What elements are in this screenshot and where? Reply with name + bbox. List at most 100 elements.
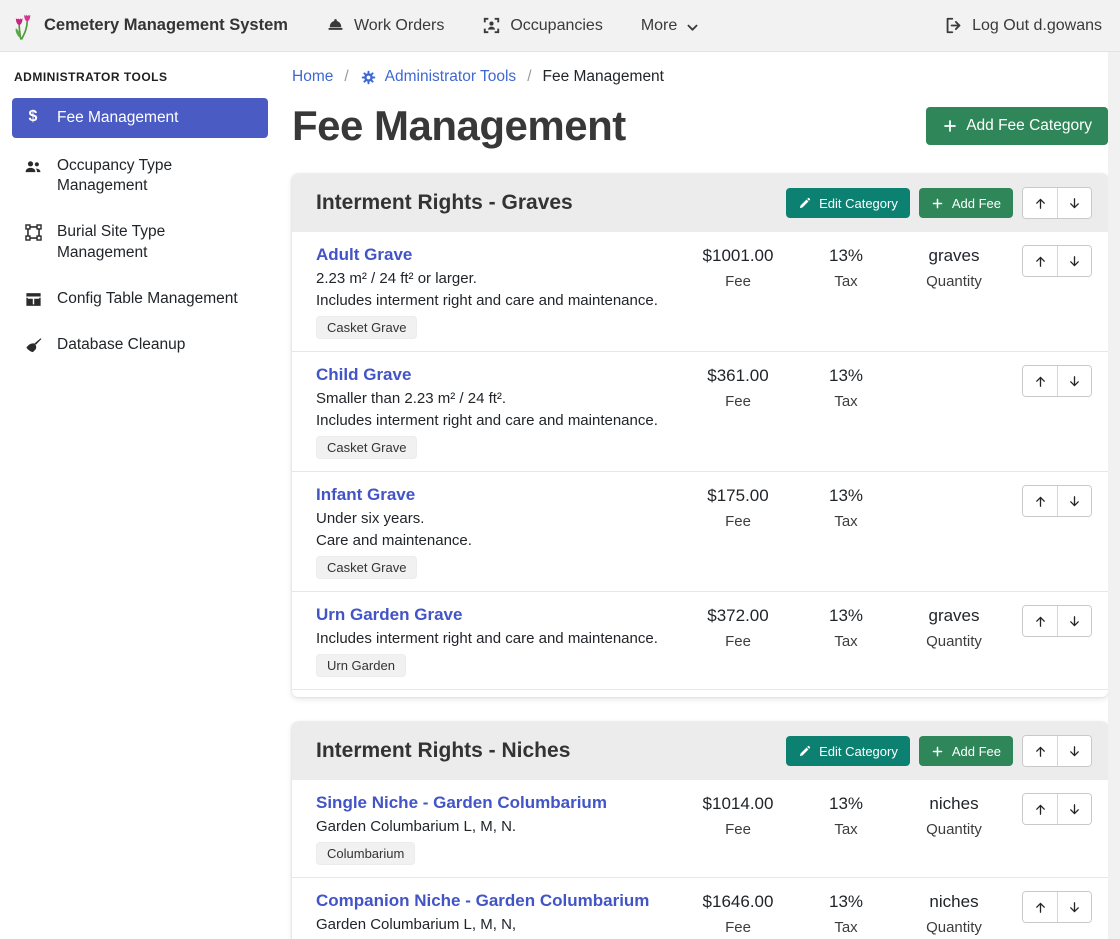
sidebar: ADMINISTRATOR TOOLS $ Fee Management Occ… — [0, 52, 280, 939]
fee-amount-value: $372.00 — [684, 606, 792, 626]
fee-tax-label: Tax — [792, 513, 900, 530]
fee-name-link[interactable]: Companion Niche - Garden Columbarium — [316, 891, 649, 911]
fee-amount-column: $361.00 Fee — [684, 365, 792, 410]
arrow-up-icon — [1033, 254, 1048, 269]
fee-description: Garden Columbarium L, M, N, — [316, 916, 674, 933]
move-fee-up-button[interactable] — [1023, 892, 1057, 922]
arrow-up-icon — [1033, 196, 1048, 211]
fee-amount-value: $1001.00 — [684, 246, 792, 266]
nav-item-work-orders[interactable]: Work Orders — [326, 16, 444, 35]
add-fee-button[interactable]: Add Fee — [919, 188, 1013, 218]
fee-category-title: Interment Rights - Graves — [316, 191, 777, 215]
move-fee-down-button[interactable] — [1057, 606, 1091, 636]
fee-quantity-column: graves Quantity — [900, 605, 1008, 650]
sidebar-item-label: Burial Site Type Management — [57, 222, 258, 262]
fee-row: Adult Grave 2.23 m² / 24 ft² or larger.I… — [292, 232, 1108, 351]
move-fee-up-button[interactable] — [1023, 366, 1057, 396]
fee-type-badge: Casket Grave — [316, 436, 417, 459]
sidebar-item-config-table-management[interactable]: Config Table Management — [12, 281, 268, 317]
sidebar-item-database-cleanup[interactable]: Database Cleanup — [12, 327, 268, 363]
people-icon — [22, 157, 44, 177]
fee-tax-column: 13% Tax — [792, 605, 900, 650]
fee-quantity-column — [900, 485, 1008, 493]
fee-tax-value: 13% — [792, 486, 900, 506]
sidebar-item-burial-site-type-management[interactable]: Burial Site Type Management — [12, 214, 268, 270]
arrow-down-icon — [1067, 196, 1082, 211]
fee-tax-value: 13% — [792, 794, 900, 814]
move-fee-up-button[interactable] — [1023, 606, 1057, 636]
fee-amount-label: Fee — [684, 393, 792, 410]
fee-tax-label: Tax — [792, 273, 900, 290]
nav-item-more[interactable]: More — [641, 17, 699, 35]
add-fee-button[interactable]: Add Fee — [919, 736, 1013, 766]
fee-row: Single Niche - Garden Columbarium Garden… — [292, 780, 1108, 877]
table-icon — [22, 290, 44, 309]
move-fee-down-button[interactable] — [1057, 246, 1091, 276]
move-category-up-button[interactable] — [1023, 736, 1057, 766]
fee-tax-column: 13% Tax — [792, 891, 900, 936]
fee-description: Under six years. — [316, 510, 674, 527]
fee-tax-column: 13% Tax — [792, 365, 900, 410]
fee-amount-label: Fee — [684, 821, 792, 838]
sidebar-item-label: Config Table Management — [57, 289, 238, 309]
move-fee-down-button[interactable] — [1057, 794, 1091, 824]
sidebar-item-label: Database Cleanup — [57, 335, 185, 355]
fee-reorder-controls — [1022, 891, 1092, 923]
fee-name-link[interactable]: Adult Grave — [316, 245, 412, 265]
nav-item-occupancies[interactable]: Occupancies — [482, 16, 603, 35]
fee-quantity-value: graves — [900, 606, 1008, 626]
sidebar-item-fee-management[interactable]: $ Fee Management — [12, 98, 268, 138]
app-title: Cemetery Management System — [44, 16, 288, 35]
move-category-up-button[interactable] — [1023, 188, 1057, 218]
fee-description: Includes interment right and care and ma… — [316, 630, 674, 647]
fee-category-card: Interment Rights - Graves Edit Category … — [292, 174, 1108, 697]
breadcrumb-home-link[interactable]: Home — [292, 68, 333, 86]
edit-category-button[interactable]: Edit Category — [786, 736, 910, 766]
move-category-down-button[interactable] — [1057, 188, 1091, 218]
move-category-down-button[interactable] — [1057, 736, 1091, 766]
move-fee-down-button[interactable] — [1057, 892, 1091, 922]
fee-description: Includes interment right and care and ma… — [316, 412, 674, 429]
fee-amount-label: Fee — [684, 633, 792, 650]
fee-name-link[interactable]: Child Grave — [316, 365, 411, 385]
app-brand[interactable]: Cemetery Management System — [12, 11, 288, 41]
edit-category-button[interactable]: Edit Category — [786, 188, 910, 218]
fee-quantity-label: Quantity — [900, 821, 1008, 838]
move-fee-up-button[interactable] — [1023, 794, 1057, 824]
nav-item-label: Occupancies — [510, 17, 603, 35]
fee-tax-value: 13% — [792, 892, 900, 912]
fee-name-link[interactable]: Urn Garden Grave — [316, 605, 462, 625]
move-fee-down-button[interactable] — [1057, 486, 1091, 516]
fee-amount-value: $175.00 — [684, 486, 792, 506]
logout-link[interactable]: Log Out d.gowans — [944, 16, 1102, 35]
fee-amount-column: $1014.00 Fee — [684, 793, 792, 838]
fee-reorder-controls — [1022, 793, 1092, 825]
vertical-scrollbar[interactable] — [1108, 52, 1120, 939]
arrow-down-icon — [1067, 254, 1082, 269]
fee-amount-column: $175.00 Fee — [684, 485, 792, 530]
fee-category-card: Interment Rights - Niches Edit Category … — [292, 722, 1108, 939]
fee-tax-label: Tax — [792, 821, 900, 838]
fee-amount-value: $1646.00 — [684, 892, 792, 912]
arrow-down-icon — [1067, 900, 1082, 915]
fee-name-link[interactable]: Single Niche - Garden Columbarium — [316, 793, 607, 813]
fee-name-link[interactable]: Infant Grave — [316, 485, 415, 505]
arrow-down-icon — [1067, 614, 1082, 629]
add-fee-category-button[interactable]: Add Fee Category — [926, 107, 1108, 145]
fee-amount-column: $1001.00 Fee — [684, 245, 792, 290]
pencil-icon — [798, 197, 811, 210]
fee-description: 2.23 m² / 24 ft² or larger. — [316, 270, 674, 287]
move-fee-up-button[interactable] — [1023, 246, 1057, 276]
plus-icon — [931, 197, 944, 210]
fee-amount-column: $1646.00 Fee — [684, 891, 792, 936]
fee-reorder-controls — [1022, 365, 1092, 397]
fee-amount-label: Fee — [684, 513, 792, 530]
fee-row: Companion Niche - Garden Columbarium Gar… — [292, 877, 1108, 939]
fee-category-list: Interment Rights - Graves Edit Category … — [292, 174, 1108, 939]
move-fee-up-button[interactable] — [1023, 486, 1057, 516]
sidebar-item-occupancy-type-management[interactable]: Occupancy Type Management — [12, 148, 268, 204]
fee-reorder-controls — [1022, 245, 1092, 277]
arrow-up-icon — [1033, 802, 1048, 817]
move-fee-down-button[interactable] — [1057, 366, 1091, 396]
breadcrumb-admin-tools-link[interactable]: Administrator Tools — [360, 68, 517, 86]
